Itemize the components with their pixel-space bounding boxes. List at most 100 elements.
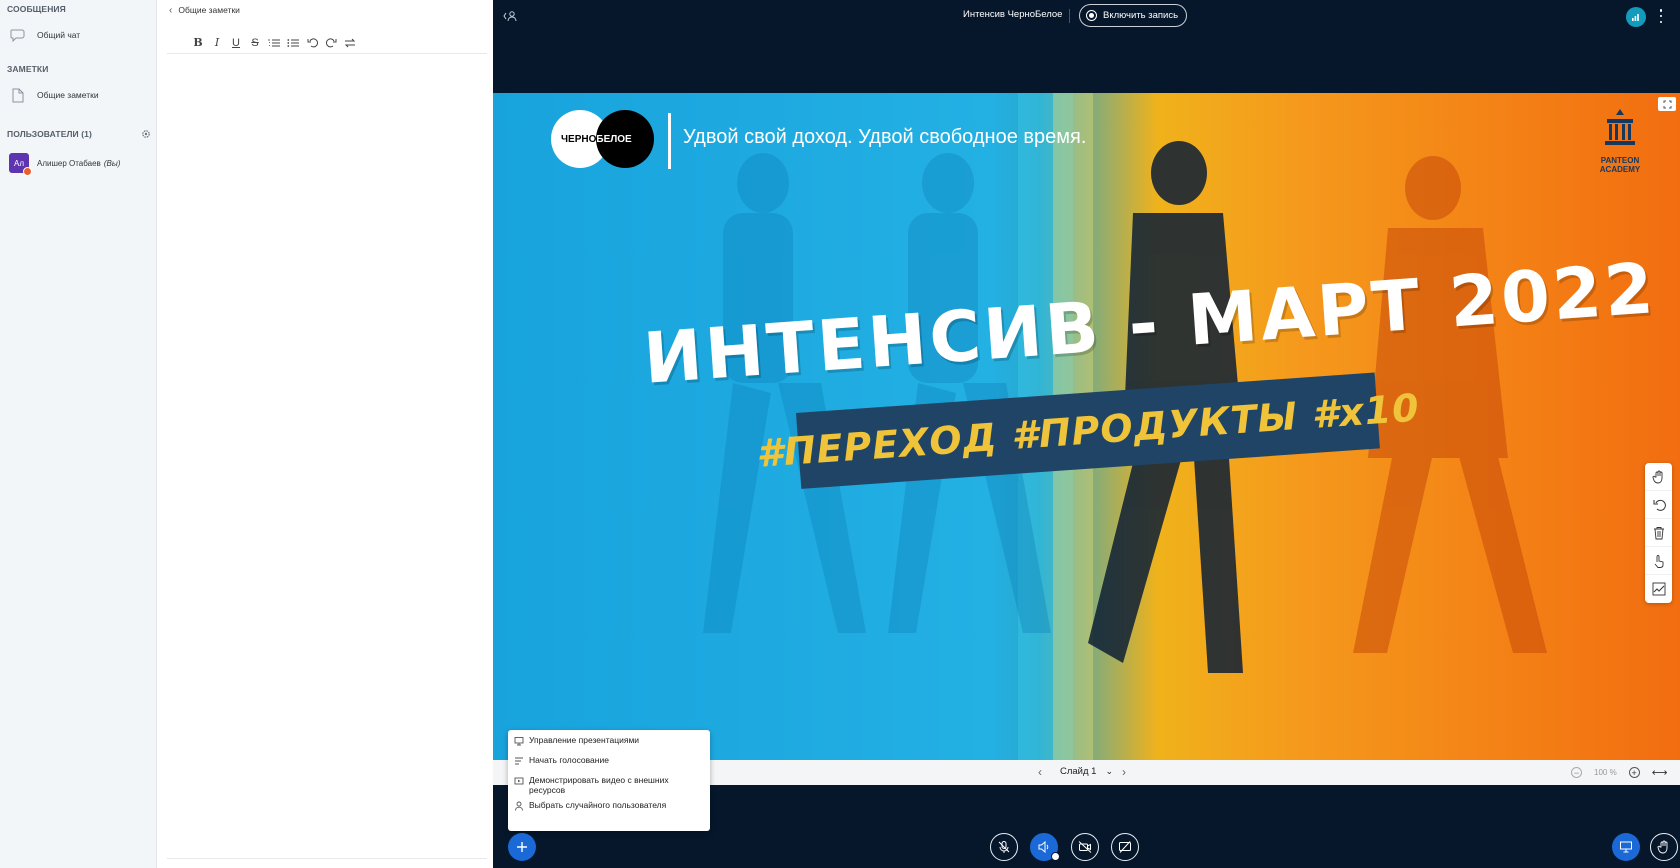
- shared-notes-item[interactable]: Общие заметки: [0, 82, 156, 108]
- note-document-icon: [9, 86, 27, 104]
- meeting-title: Интенсив ЧерноБелое: [963, 9, 1063, 20]
- clear-annotations-tool[interactable]: [1645, 519, 1672, 547]
- audio-button[interactable]: [1030, 833, 1060, 861]
- presentation-icon: [1620, 841, 1632, 853]
- convert-icon[interactable]: [343, 36, 357, 50]
- menu-item-random-user[interactable]: Выбрать случайного пользователя: [508, 800, 710, 820]
- hand-icon: [1657, 840, 1668, 854]
- camera-off-icon: [1078, 841, 1092, 853]
- logo-text-right: БЕЛОЕ: [596, 134, 632, 145]
- zoom-in-icon[interactable]: +: [1628, 767, 1640, 778]
- share-webcam-button[interactable]: [1071, 833, 1099, 861]
- fit-width-icon[interactable]: ⟷: [1652, 766, 1668, 779]
- italic-icon[interactable]: I: [210, 36, 224, 50]
- chevron-left-icon: ‹: [169, 4, 173, 16]
- notes-footer-divider: [167, 858, 487, 859]
- users-section-title: ПОЛЬЗОВАТЕЛИ (1): [0, 128, 156, 140]
- next-slide-icon[interactable]: ›: [1122, 765, 1126, 779]
- shared-notes-label: Общие заметки: [37, 90, 99, 100]
- public-chat-item[interactable]: Общий чат: [0, 22, 156, 48]
- undo-icon[interactable]: [305, 36, 319, 50]
- notes-header[interactable]: ‹ Общие заметки: [157, 0, 493, 20]
- menu-item-external-video[interactable]: Демонстрировать видео с внешних ресурсов: [508, 775, 710, 795]
- academy-logo: PANTEON ACADEMY: [1580, 107, 1660, 174]
- pointer-hand-icon: [1654, 554, 1663, 568]
- fullscreen-button[interactable]: [1658, 97, 1676, 111]
- redo-icon[interactable]: [324, 36, 338, 50]
- external-video-icon: [514, 777, 524, 785]
- user-list-item[interactable]: Ал Алишер Отабаев (Вы): [0, 150, 156, 176]
- main-area: Интенсив ЧерноБелое Включить запись ЧЕРН…: [493, 0, 1680, 868]
- pan-hand-tool[interactable]: [1645, 463, 1672, 491]
- actions-button[interactable]: [508, 833, 536, 861]
- connection-status-icon[interactable]: [1626, 7, 1646, 27]
- raise-hand-button[interactable]: [1650, 833, 1678, 861]
- record-icon: [1086, 10, 1097, 21]
- undo-icon: [1653, 499, 1666, 511]
- notes-toolbar: B I U S: [167, 32, 487, 54]
- menu-item-label: Выбрать случайного пользователя: [529, 800, 667, 810]
- public-chat-label: Общий чат: [37, 30, 81, 40]
- drawing-tool[interactable]: [1645, 575, 1672, 603]
- menu-item-start-poll[interactable]: Начать голосование: [508, 755, 710, 775]
- fullscreen-icon: [1663, 100, 1671, 108]
- avatar: Ал: [9, 153, 32, 176]
- undo-annotation-tool[interactable]: [1645, 491, 1672, 519]
- users-title-text: ПОЛЬЗОВАТЕЛИ (1): [7, 129, 92, 139]
- menu-item-label: Управление презентациями: [529, 735, 640, 745]
- academy-emblem-icon: [1605, 109, 1635, 145]
- user-list-panel: СООБЩЕНИЯ Общий чат ЗАМЕТКИ Общие заметк…: [0, 0, 157, 868]
- underline-icon[interactable]: U: [229, 36, 243, 50]
- trash-icon: [1653, 526, 1664, 539]
- poll-icon: [515, 757, 523, 765]
- presentation-icon: [514, 737, 524, 746]
- zoom-level: 100 %: [1594, 768, 1617, 777]
- bold-icon[interactable]: B: [191, 36, 205, 50]
- slide-selector[interactable]: Слайд 1 ⌄: [1060, 766, 1113, 777]
- menu-item-label: Демонстрировать видео с внешних ресурсов: [529, 775, 669, 795]
- record-label: Включить запись: [1103, 10, 1179, 21]
- shared-notes-panel: ‹ Общие заметки B I U S: [157, 0, 493, 868]
- gear-icon[interactable]: [141, 129, 151, 139]
- microphone-muted-icon: [998, 841, 1010, 853]
- user-name: Алишер Отабаев: [37, 158, 101, 168]
- ordered-list-icon[interactable]: [267, 36, 281, 50]
- line-chart-icon: [1652, 582, 1665, 596]
- actions-menu: Управление презентациями Начать голосова…: [508, 730, 710, 831]
- messages-section-title: СООБЩЕНИЯ: [7, 4, 66, 14]
- plus-icon: [517, 842, 527, 852]
- start-recording-button[interactable]: Включить запись: [1079, 4, 1188, 27]
- annotation-tool-palette: [1645, 463, 1672, 603]
- chevron-down-icon: ⌄: [1105, 766, 1114, 776]
- avatar-initials: Ал: [13, 158, 24, 168]
- previous-slide-icon[interactable]: ‹: [1038, 765, 1042, 779]
- hand-icon: [1652, 470, 1662, 483]
- toggle-presentation-button[interactable]: [1612, 833, 1640, 861]
- menu-item-manage-presentations[interactable]: Управление презентациями: [508, 735, 710, 755]
- mute-microphone-button[interactable]: [990, 833, 1018, 861]
- strikethrough-icon[interactable]: S: [248, 36, 262, 50]
- user-you-suffix: (Вы): [103, 158, 121, 168]
- random-user-icon: [515, 801, 523, 811]
- slide-label: Слайд 1: [1060, 766, 1097, 777]
- more-options-icon[interactable]: [1658, 9, 1664, 23]
- toggle-userlist-icon[interactable]: [503, 9, 517, 27]
- presentation-slide[interactable]: ЧЕРНОБЕЛОЕ Удвой свой доход. Удвой свобо…: [493, 93, 1680, 760]
- chat-icon: [9, 26, 27, 44]
- topbar-divider: [1069, 9, 1070, 23]
- audio-settings-dot[interactable]: [1051, 852, 1060, 861]
- slogan-divider: [668, 113, 671, 169]
- brand-logo-text: ЧЕРНОБЕЛОЕ: [561, 134, 632, 145]
- logo-text-left: ЧЕРНО: [561, 134, 597, 145]
- zoom-out-icon[interactable]: −: [1571, 767, 1582, 778]
- slide-slogan: Удвой свой доход. Удвой свободное время.: [683, 126, 1087, 148]
- notes-header-title: Общие заметки: [178, 5, 240, 15]
- multi-user-tool[interactable]: [1645, 547, 1672, 575]
- share-screen-button[interactable]: [1111, 833, 1139, 861]
- bullet-list-icon[interactable]: [286, 36, 300, 50]
- academy-name: PANTEON ACADEMY: [1599, 156, 1641, 174]
- top-bar: Интенсив ЧерноБелое Включить запись: [493, 0, 1680, 32]
- zoom-controls: − 100 % + ⟷: [1571, 766, 1667, 779]
- speaker-icon: [1038, 840, 1049, 854]
- menu-item-label: Начать голосование: [529, 755, 609, 765]
